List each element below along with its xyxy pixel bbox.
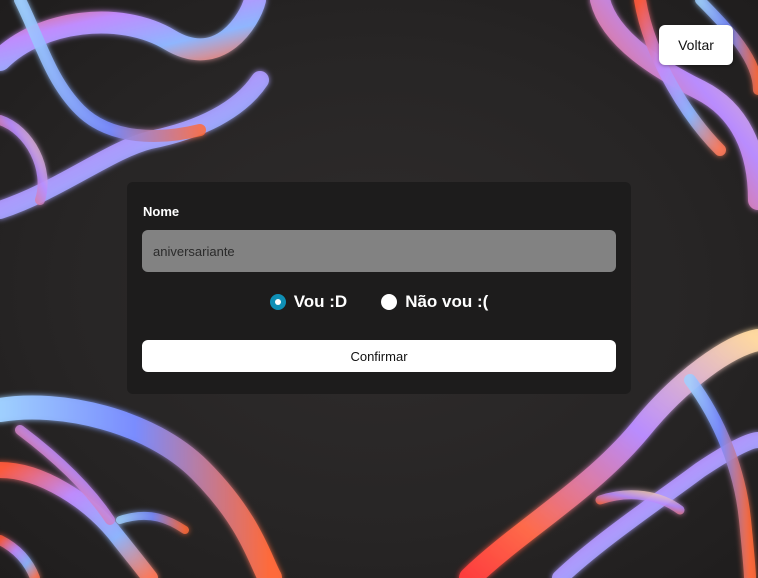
radio-label-going: Vou :D [293, 292, 348, 311]
rsvp-form-card: Nome Vou :D Não vou :( Confirmar [127, 182, 631, 394]
radio-checked-icon[interactable] [269, 294, 286, 310]
attendance-radio-group: Vou :D Não vou :( [127, 292, 631, 312]
radio-option-going[interactable]: Vou :D [269, 292, 348, 312]
back-button[interactable]: Voltar [659, 25, 733, 65]
radio-label-not-going: Não vou :( [405, 292, 489, 311]
name-label: Nome [143, 204, 180, 219]
radio-unchecked-icon[interactable] [381, 294, 398, 310]
name-input[interactable] [142, 230, 616, 272]
confirm-button[interactable]: Confirmar [142, 340, 616, 372]
radio-option-not-going[interactable]: Não vou :( [381, 292, 488, 312]
